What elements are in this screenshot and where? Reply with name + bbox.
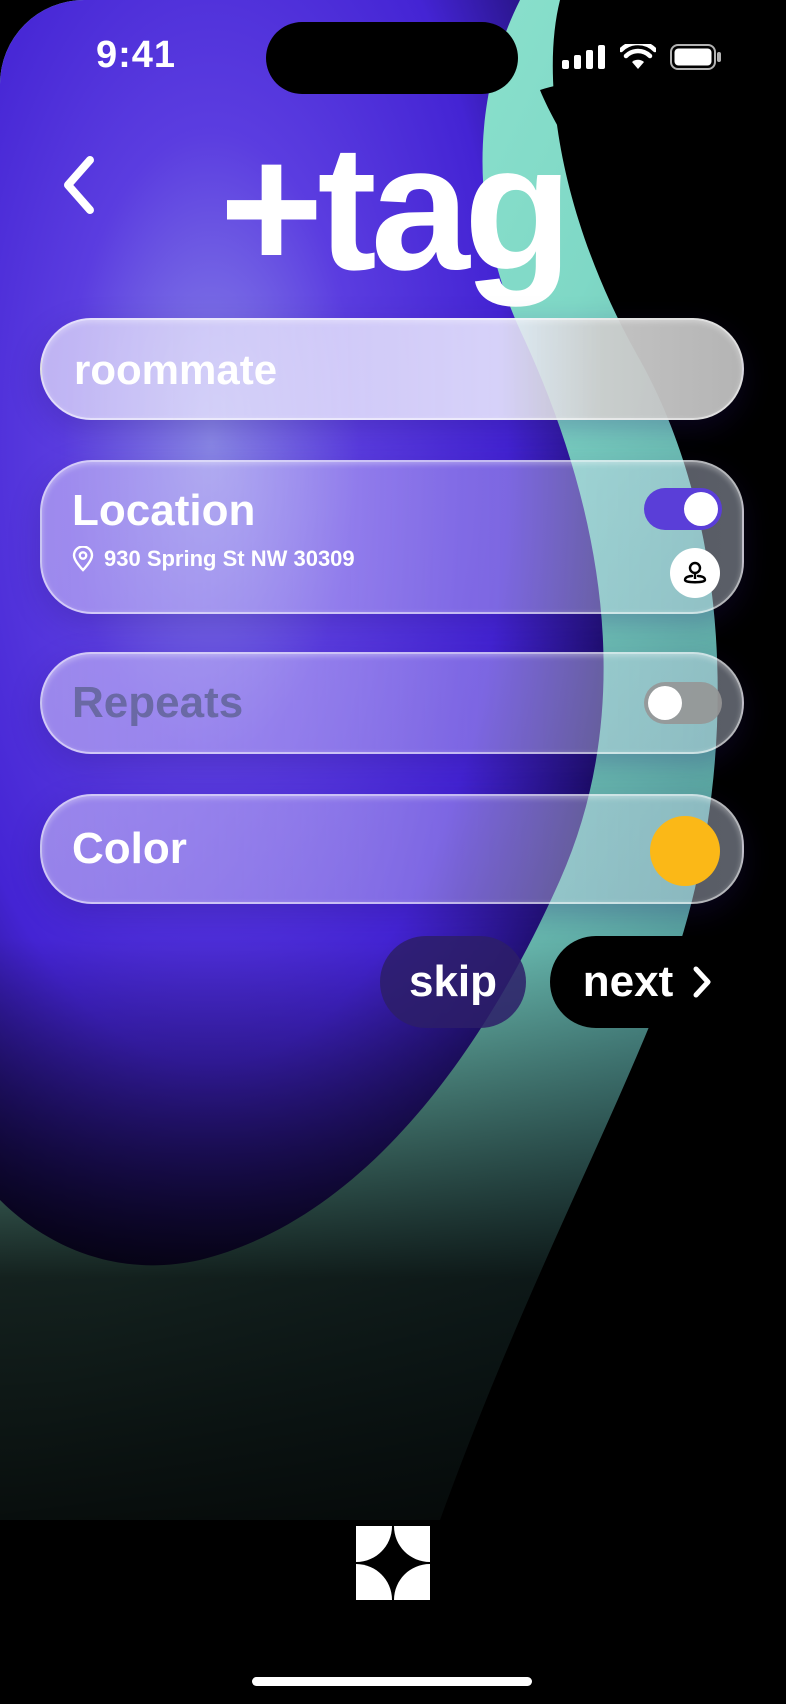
color-label: Color [72, 824, 187, 873]
battery-icon [670, 44, 721, 70]
skip-label: skip [408, 957, 498, 1006]
map-pin-icon [683, 561, 707, 584]
status-icons [562, 44, 722, 70]
toggle-knob [648, 686, 682, 720]
app-logo-icon[interactable] [356, 1526, 430, 1600]
repeats-card[interactable]: Repeats [40, 652, 744, 754]
skip-button[interactable]: skip [380, 936, 526, 1028]
chevron-right-icon [693, 966, 711, 998]
location-address: 930 Spring St NW 30309 [104, 546, 355, 571]
page-title: +tag [219, 108, 573, 307]
tag-name-input[interactable] [72, 320, 676, 420]
pick-location-button[interactable] [670, 548, 720, 598]
phone-screen: 9:41 +tag Locat [0, 0, 786, 1704]
location-card[interactable]: Location 930 Spring St NW 30309 [40, 460, 744, 614]
cellular-signal-icon [562, 45, 605, 69]
repeats-label: Repeats [72, 678, 244, 727]
location-toggle[interactable] [644, 488, 722, 530]
location-label: Location [72, 486, 256, 535]
tag-name-field[interactable] [40, 318, 744, 420]
location-address-row: 930 Spring St NW 30309 [72, 546, 355, 572]
next-button[interactable]: next [550, 936, 746, 1028]
repeats-toggle[interactable] [644, 682, 722, 724]
location-pin-icon [72, 546, 94, 572]
home-indicator[interactable] [252, 1677, 532, 1686]
color-card[interactable]: Color [40, 794, 744, 904]
status-bar: 9:41 [0, 0, 786, 110]
next-label: next [582, 957, 674, 1006]
wifi-icon [620, 44, 656, 69]
color-swatch[interactable] [650, 816, 720, 886]
toggle-knob [684, 492, 718, 526]
dynamic-island [266, 22, 518, 94]
status-time: 9:41 [96, 34, 177, 76]
